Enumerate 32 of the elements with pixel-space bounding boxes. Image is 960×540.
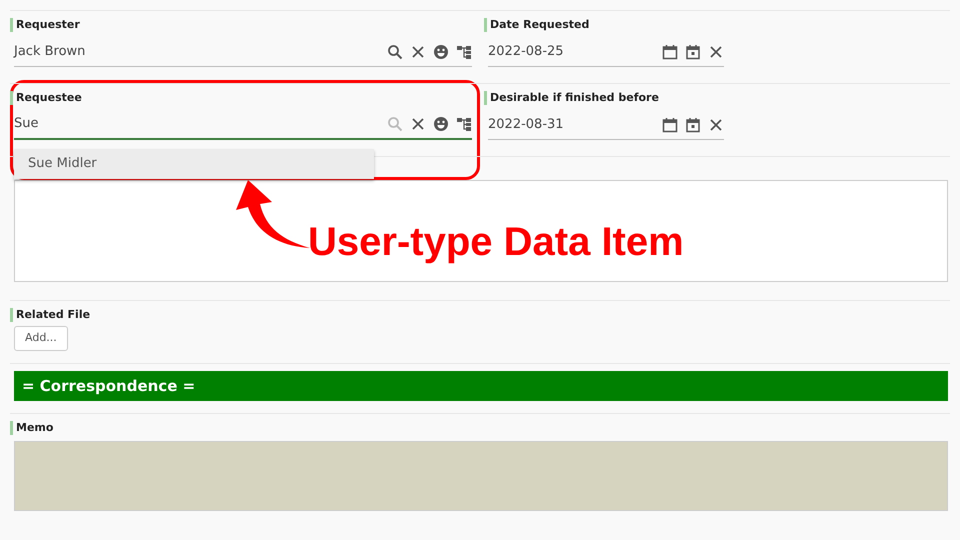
close-icon[interactable] (708, 116, 724, 132)
calendar-today-icon[interactable] (685, 44, 701, 60)
field-value: 2022-08-31 (488, 116, 565, 134)
close-icon[interactable] (410, 116, 426, 132)
close-icon[interactable] (708, 44, 724, 60)
field-label: Memo (10, 421, 950, 435)
request-details-textarea[interactable] (14, 180, 948, 282)
smiley-icon[interactable] (433, 44, 449, 60)
date-field[interactable]: 2022-08-25 (488, 37, 724, 67)
field-label: Date Requested (484, 18, 724, 32)
org-chart-icon[interactable] (456, 116, 472, 132)
field-label: Related File (10, 308, 950, 322)
calendar-icon[interactable] (662, 116, 678, 132)
field-value: Sue (14, 115, 40, 134)
field-value: Jack Brown (14, 42, 86, 61)
org-chart-icon[interactable] (456, 44, 472, 60)
annotation-text: User-type Data Item (308, 219, 684, 266)
section-header: = Correspondence = (14, 370, 948, 401)
add-button[interactable]: Add... (14, 326, 68, 350)
date-field[interactable]: 2022-08-31 (488, 110, 724, 140)
field-label: Requestee (10, 91, 472, 105)
calendar-icon[interactable] (662, 44, 678, 60)
suggestion-item[interactable]: Sue Midler (14, 149, 374, 178)
close-icon[interactable] (410, 44, 426, 60)
smiley-icon[interactable] (433, 116, 449, 132)
user-field[interactable]: Sue (14, 110, 472, 140)
user-field[interactable]: Jack Brown (14, 37, 472, 67)
field-label: Requester (10, 18, 472, 32)
calendar-today-icon[interactable] (685, 116, 701, 132)
field-value: 2022-08-25 (488, 42, 565, 61)
field-label: Desirable if finished before (484, 91, 724, 105)
search-icon[interactable] (387, 44, 403, 60)
